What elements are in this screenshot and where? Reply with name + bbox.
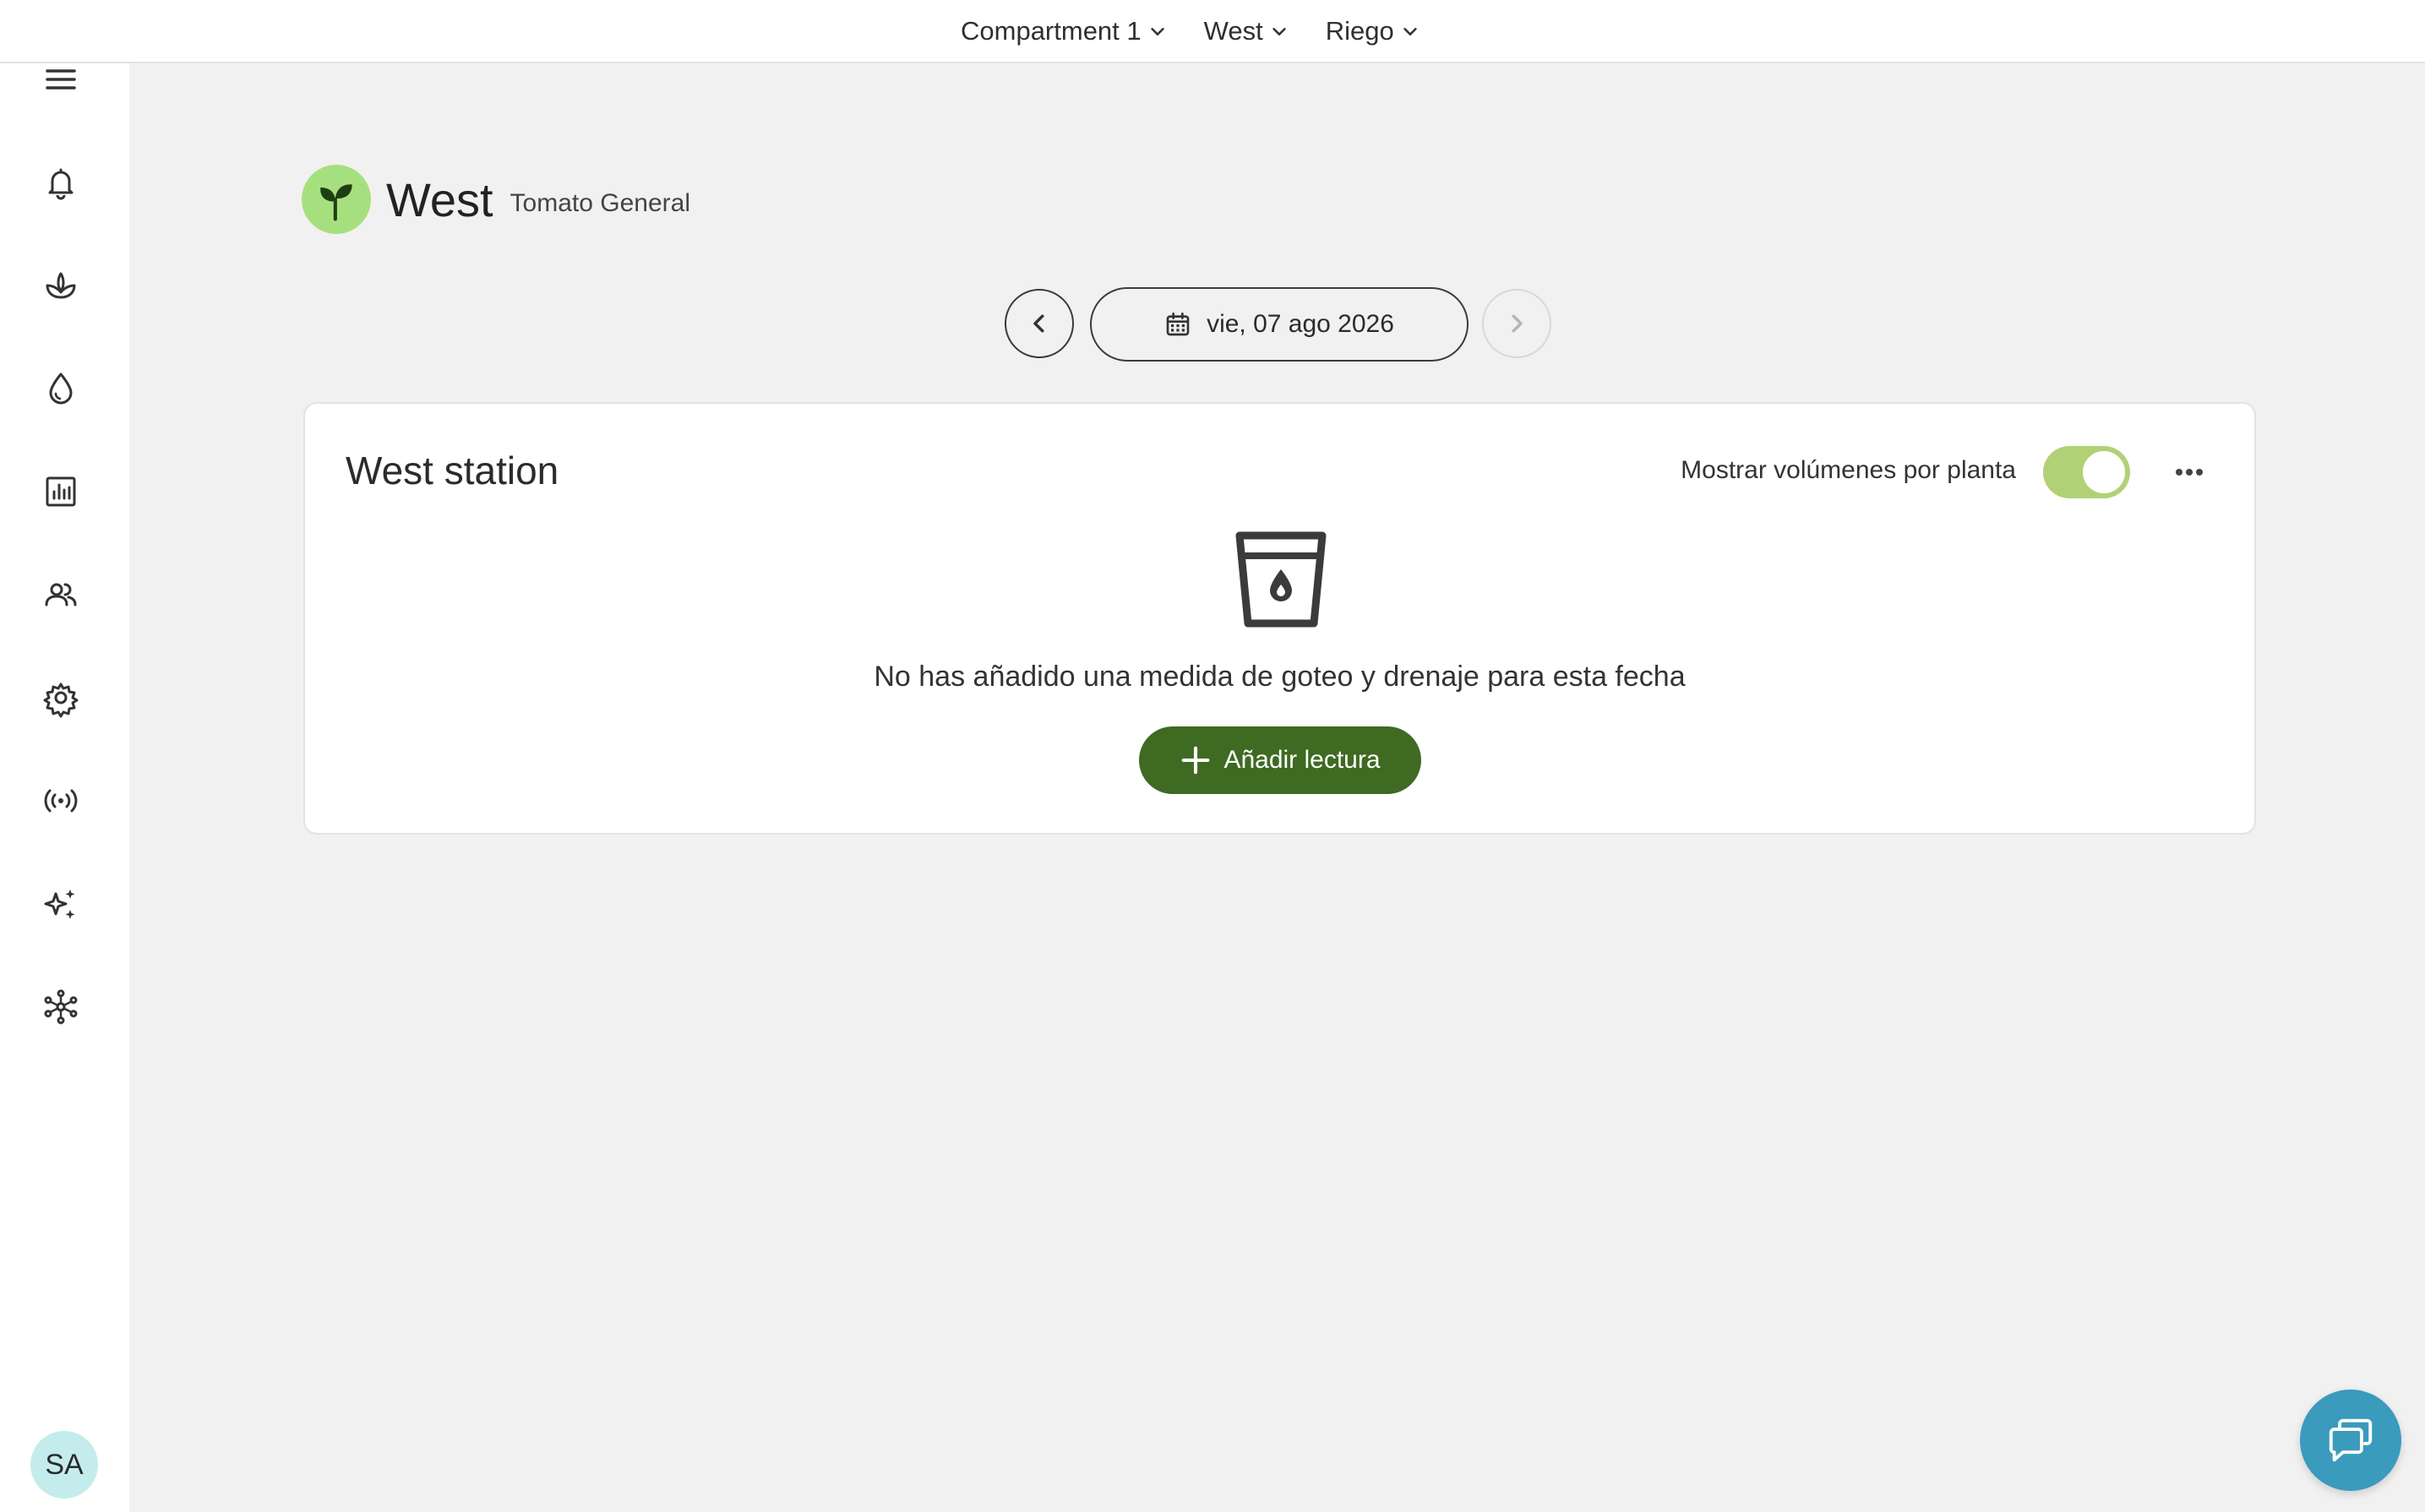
broadcast-icon[interactable]	[41, 780, 81, 821]
card-title: West station	[346, 449, 559, 492]
per-plant-toggle-label: Mostrar volúmenes por planta	[1681, 456, 2016, 484]
station-card: West station Mostrar volúmenes por plant…	[303, 402, 2256, 835]
users-icon[interactable]	[41, 574, 81, 615]
previous-date-button[interactable]	[1005, 289, 1074, 358]
page-subtitle: Tomato General	[510, 189, 690, 217]
calendar-icon	[1166, 313, 1190, 336]
empty-state-message: No has añadido una medida de goteo y dre…	[874, 661, 1686, 693]
chevron-down-icon	[1150, 27, 1164, 35]
toggle-knob	[2083, 451, 2125, 493]
top-bar: Compartment 1 West Riego	[0, 0, 2425, 63]
sparkles-icon[interactable]	[41, 884, 81, 924]
compartment-selector[interactable]: Compartment 1	[961, 16, 1167, 46]
chart-icon[interactable]	[41, 471, 81, 512]
plant-badge	[302, 165, 371, 234]
page-header: West Tomato General	[302, 165, 690, 234]
network-icon[interactable]	[41, 987, 81, 1027]
drop-icon[interactable]	[41, 368, 81, 409]
station-selector-label: West	[1203, 15, 1263, 46]
chevron-left-icon	[1033, 314, 1044, 333]
per-plant-toggle[interactable]	[2043, 446, 2130, 498]
sidebar: SA	[0, 0, 129, 1512]
selected-date: vie, 07 ago 2026	[1207, 310, 1394, 338]
chevron-down-icon	[1272, 27, 1286, 35]
plus-icon	[1182, 746, 1210, 775]
menu-icon[interactable]	[41, 59, 81, 100]
section-selector[interactable]: Riego	[1326, 16, 1420, 46]
chevron-down-icon	[1403, 27, 1417, 35]
bell-icon[interactable]	[41, 162, 81, 203]
more-horizontal-icon	[2176, 469, 2203, 476]
compartment-selector-label: Compartment 1	[961, 15, 1142, 46]
chat-icon	[2329, 1418, 2373, 1462]
plant-icon[interactable]	[41, 265, 81, 306]
sprout-icon	[320, 184, 352, 221]
add-reading-label: Añadir lectura	[1223, 746, 1381, 774]
drip-cup-icon	[1235, 531, 1327, 628]
context-selectors: Compartment 1 West Riego	[961, 0, 1457, 62]
chat-button[interactable]	[2300, 1390, 2401, 1491]
chevron-right-icon	[1512, 314, 1523, 333]
avatar[interactable]: SA	[30, 1431, 98, 1498]
more-options-button[interactable]	[2164, 451, 2215, 493]
section-selector-label: Riego	[1325, 15, 1394, 46]
add-reading-button[interactable]: Añadir lectura	[1139, 726, 1421, 794]
next-date-button[interactable]	[1482, 289, 1551, 358]
page-title: West	[386, 172, 493, 226]
date-picker-button[interactable]: vie, 07 ago 2026	[1090, 287, 1469, 362]
gear-icon[interactable]	[41, 677, 81, 718]
station-selector[interactable]: West	[1204, 16, 1289, 46]
